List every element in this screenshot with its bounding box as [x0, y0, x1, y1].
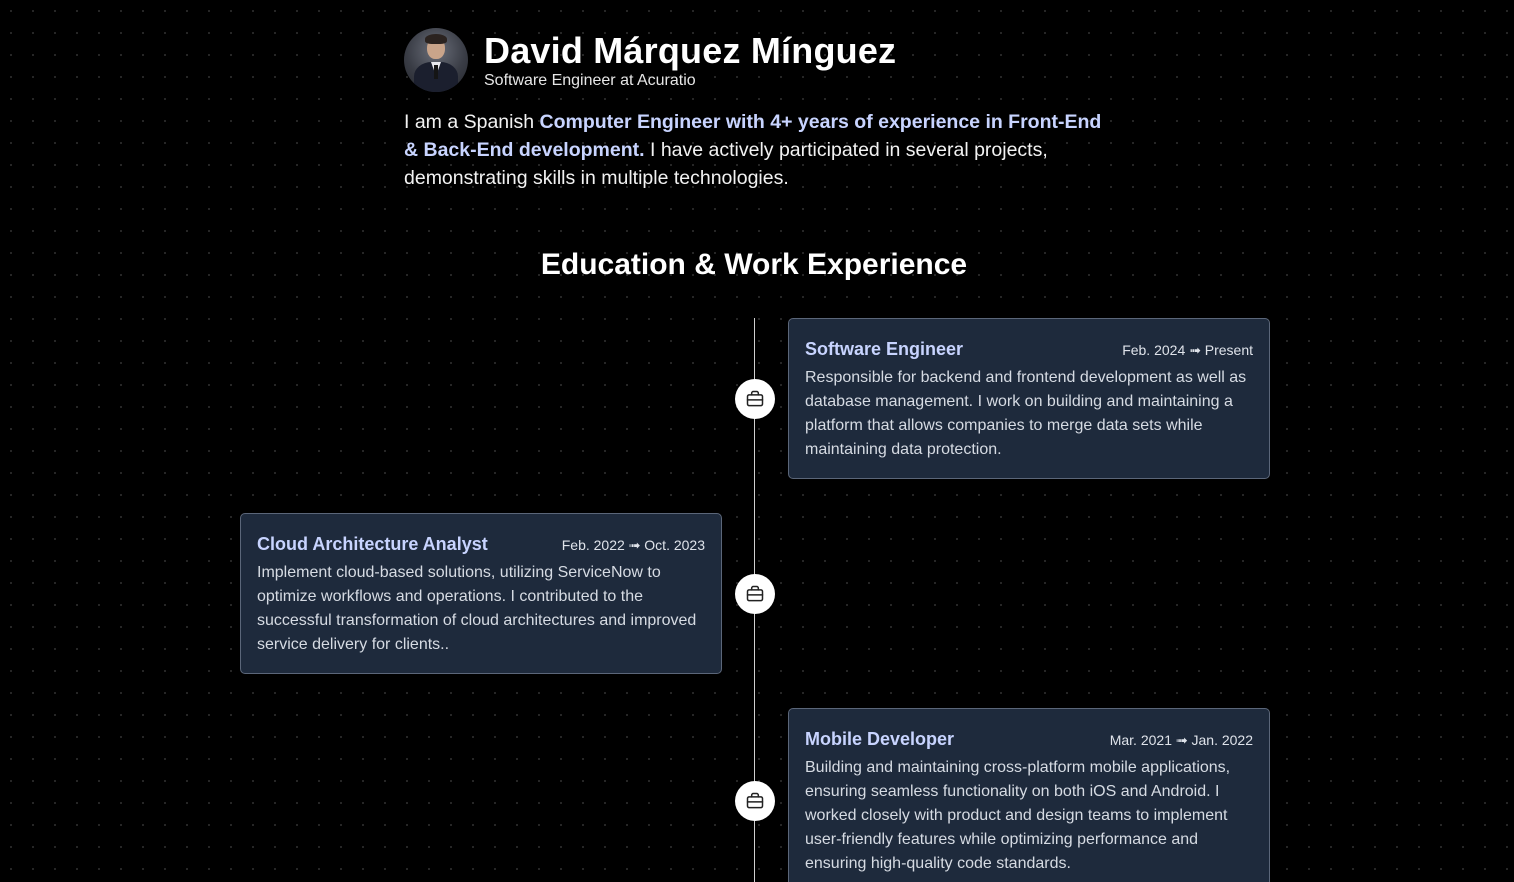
card-description: Implement cloud-based solutions, utilizi…: [257, 564, 697, 653]
timeline-card-mobile-developer: Mobile Developer Mar. 2021 ➟ Jan. 2022 B…: [788, 708, 1270, 882]
card-date: Feb. 2024 ➟ Present: [1122, 342, 1253, 358]
portfolio-page: David Márquez Mínguez Software Engineer …: [0, 0, 1514, 882]
card-date: Mar. 2021 ➟ Jan. 2022: [1109, 732, 1253, 748]
briefcase-icon: [735, 379, 775, 419]
profile-role: Software Engineer at Acuratio: [484, 71, 696, 89]
briefcase-icon: [735, 781, 775, 821]
briefcase-icon: [735, 574, 775, 614]
card-title: Software Engineer: [805, 339, 964, 359]
profile-name: David Márquez Mínguez: [484, 29, 897, 71]
card-description: Responsible for backend and frontend dev…: [805, 369, 1247, 458]
card-title: Cloud Architecture Analyst: [257, 534, 488, 554]
card-title: Mobile Developer: [805, 729, 955, 749]
intro-text-start: I am a Spanish: [404, 111, 540, 133]
card-date: Feb. 2022 ➟ Oct. 2023: [561, 537, 705, 553]
avatar: [404, 28, 468, 92]
profile-header: David Márquez Mínguez Software Engineer …: [404, 28, 896, 92]
name-block: David Márquez Mínguez Software Engineer …: [484, 29, 897, 90]
section-title: Education & Work Experience: [540, 248, 968, 281]
timeline-card-cloud-architecture-analyst: Cloud Architecture Analyst Feb. 2022 ➟ O…: [240, 513, 722, 674]
card-description: Building and maintaining cross-platform …: [805, 759, 1231, 872]
timeline-card-software-engineer: Software Engineer Feb. 2024 ➟ Present Re…: [788, 318, 1270, 479]
intro-paragraph: I am a Spanish Computer Engineer with 4+…: [404, 108, 1104, 192]
